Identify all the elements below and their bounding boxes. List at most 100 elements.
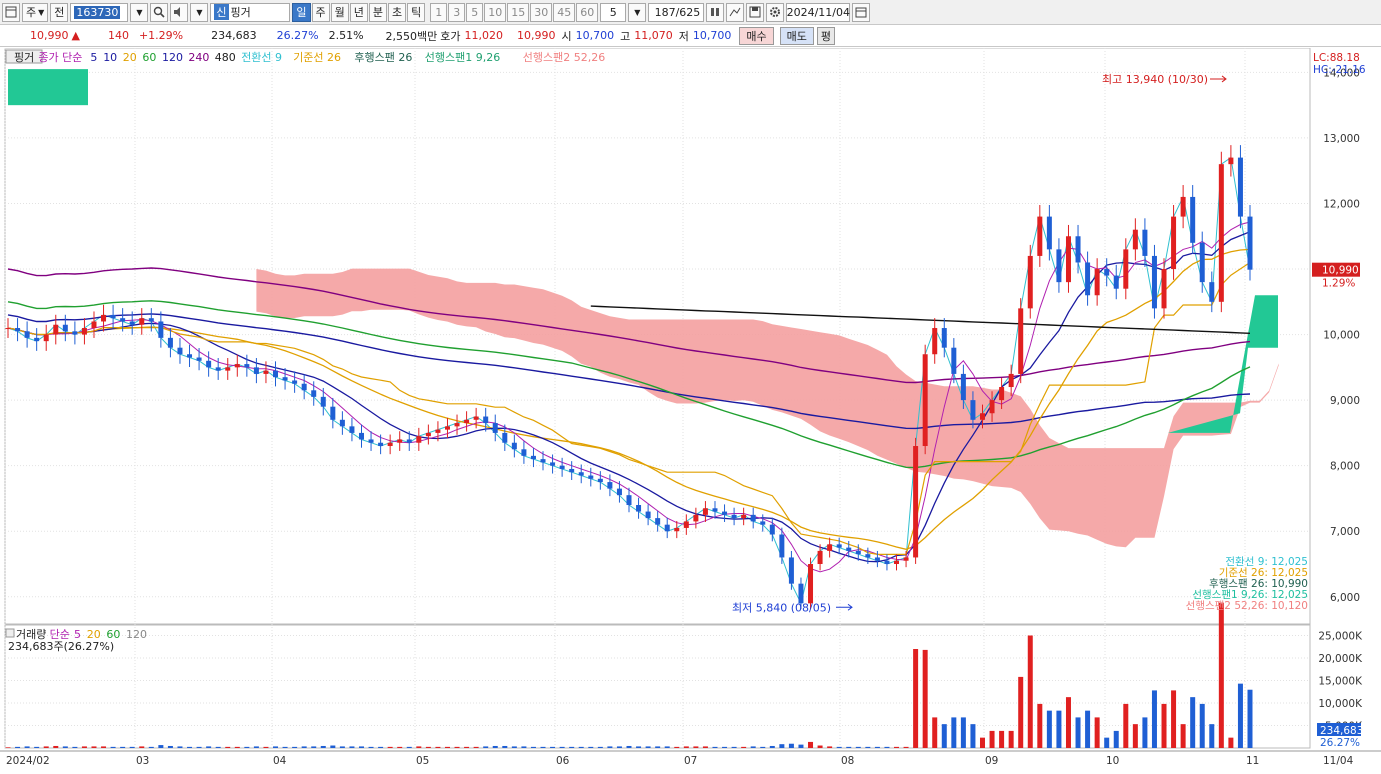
volume-bar — [139, 746, 145, 748]
candle-body — [655, 518, 661, 525]
candle-body — [1209, 282, 1215, 302]
candle-body — [616, 488, 622, 496]
interval-input[interactable]: 5 — [600, 2, 627, 22]
interval-tab-0[interactable]: 1 — [430, 2, 448, 22]
candle-body — [999, 387, 1005, 401]
ask-price: 11,020 — [464, 29, 504, 42]
candle-body — [540, 459, 546, 463]
candle-body — [808, 564, 814, 604]
volume-bar — [81, 746, 87, 748]
candle-body — [1199, 242, 1205, 283]
period-tab-6[interactable]: 틱 — [407, 2, 426, 22]
candle-body — [387, 442, 393, 447]
candle-body — [416, 436, 422, 443]
chart-type-icon[interactable] — [2, 2, 20, 22]
date-input[interactable]: 2024/11/04 — [786, 2, 851, 22]
candle-body — [215, 367, 221, 371]
vol-y-tick-label: 20,000K — [1318, 653, 1363, 665]
candle-body — [702, 508, 708, 515]
price-change-pct: +1.29% — [138, 29, 184, 42]
chart-area[interactable]: 14,00013,00012,00011,00010,0009,0008,000… — [0, 47, 1381, 774]
price-tag: 10,990 — [1322, 265, 1359, 277]
interval-tab-5[interactable]: 30 — [530, 2, 553, 22]
calendar-icon[interactable] — [852, 2, 871, 22]
prev-button[interactable]: 전 — [50, 2, 69, 22]
volume-bar — [922, 649, 928, 748]
candle-body — [1171, 216, 1177, 270]
candle-body — [569, 468, 575, 473]
turnover-pct: 26.27% — [276, 29, 319, 42]
candle-body — [1113, 275, 1119, 289]
candle-body — [1027, 255, 1033, 309]
interval-tab-7[interactable]: 60 — [576, 2, 599, 22]
period-tab-3[interactable]: 년 — [349, 2, 368, 22]
chevron-down-icon[interactable]: ▼ — [628, 2, 647, 22]
interval-tab-2[interactable]: 5 — [466, 2, 484, 22]
volume-bar — [626, 745, 632, 748]
buy-button[interactable]: 매수 — [739, 26, 774, 45]
volume-bar — [1218, 602, 1224, 748]
candle-body — [139, 318, 145, 325]
volume-bar — [741, 746, 747, 748]
candle-body — [158, 321, 164, 338]
period-tab-5[interactable]: 초 — [388, 2, 407, 22]
x-tick-label: 10 — [1106, 755, 1119, 767]
volume-bar — [951, 717, 957, 748]
volume-value: 234,683 — [211, 29, 257, 42]
chevron-down-icon[interactable]: ▼ — [190, 2, 209, 22]
search-icon[interactable] — [150, 2, 169, 22]
volume-bar — [301, 746, 307, 748]
volume-bar — [616, 746, 622, 748]
volume-bar — [15, 746, 21, 748]
market-select[interactable]: 주 ▼ — [22, 2, 49, 22]
candle-body — [339, 419, 345, 427]
volume-bar — [817, 745, 823, 748]
low-price: 10,700 — [692, 29, 732, 42]
code-input[interactable]: 163730 — [70, 2, 129, 22]
price-chart[interactable]: 14,00013,00012,00011,00010,0009,0008,000… — [0, 47, 1381, 771]
save-icon[interactable] — [746, 2, 765, 22]
eval-button[interactable]: 평 — [816, 26, 836, 45]
volume-bar — [1171, 690, 1177, 748]
interval-tab-3[interactable]: 10 — [484, 2, 507, 22]
stepper-icon[interactable] — [706, 2, 725, 22]
sell-button[interactable]: 매도 — [779, 26, 814, 45]
interval-tab-6[interactable]: 45 — [553, 2, 576, 22]
y-tick-label: 6,000 — [1330, 592, 1360, 604]
period-tab-0[interactable]: 일 — [292, 2, 311, 22]
volume-bar — [225, 746, 231, 748]
candle-body — [167, 337, 173, 348]
cursor-icon[interactable] — [726, 2, 745, 22]
volume-bar — [1027, 635, 1033, 748]
high-note: 최고 13,940 (10/30) — [1102, 73, 1208, 86]
volume-bar — [722, 746, 728, 748]
chevron-down-icon[interactable]: ▼ — [130, 2, 149, 22]
volume-bar — [196, 746, 202, 748]
speaker-icon[interactable] — [170, 2, 189, 22]
candle-body — [951, 347, 957, 374]
period-tab-4[interactable]: 분 — [368, 2, 388, 22]
candle-body — [225, 367, 231, 371]
interval-tab-1[interactable]: 3 — [448, 2, 466, 22]
period-tab-2[interactable]: 월 — [330, 2, 349, 22]
volume-bar — [999, 730, 1005, 748]
candle-body — [674, 527, 680, 532]
volume-bar — [158, 745, 164, 748]
volume-bar — [979, 737, 985, 748]
candle-body — [292, 380, 298, 384]
volume-bar — [855, 746, 861, 748]
stock-name-field[interactable]: 신 핑거 — [210, 2, 291, 22]
period-tab-1[interactable]: 주 — [311, 2, 330, 22]
volume-bar — [62, 746, 68, 748]
volume-bar — [798, 744, 804, 748]
interval-tab-4[interactable]: 15 — [507, 2, 530, 22]
volume-bar — [387, 746, 393, 748]
toolbar: 주 ▼ 전 163730 ▼ ▼ 신 핑거 일주월년분초틱 1 3 5 10 15 30 45 6… — [0, 0, 1381, 25]
count-field[interactable]: 187/625 — [648, 2, 705, 22]
volume-bar — [330, 745, 336, 748]
market-label: 주 — [26, 6, 37, 19]
candle-body — [941, 328, 947, 348]
current-price: 10,990 — [30, 29, 69, 42]
candle-body — [846, 547, 852, 551]
settings-icon[interactable] — [766, 2, 785, 22]
